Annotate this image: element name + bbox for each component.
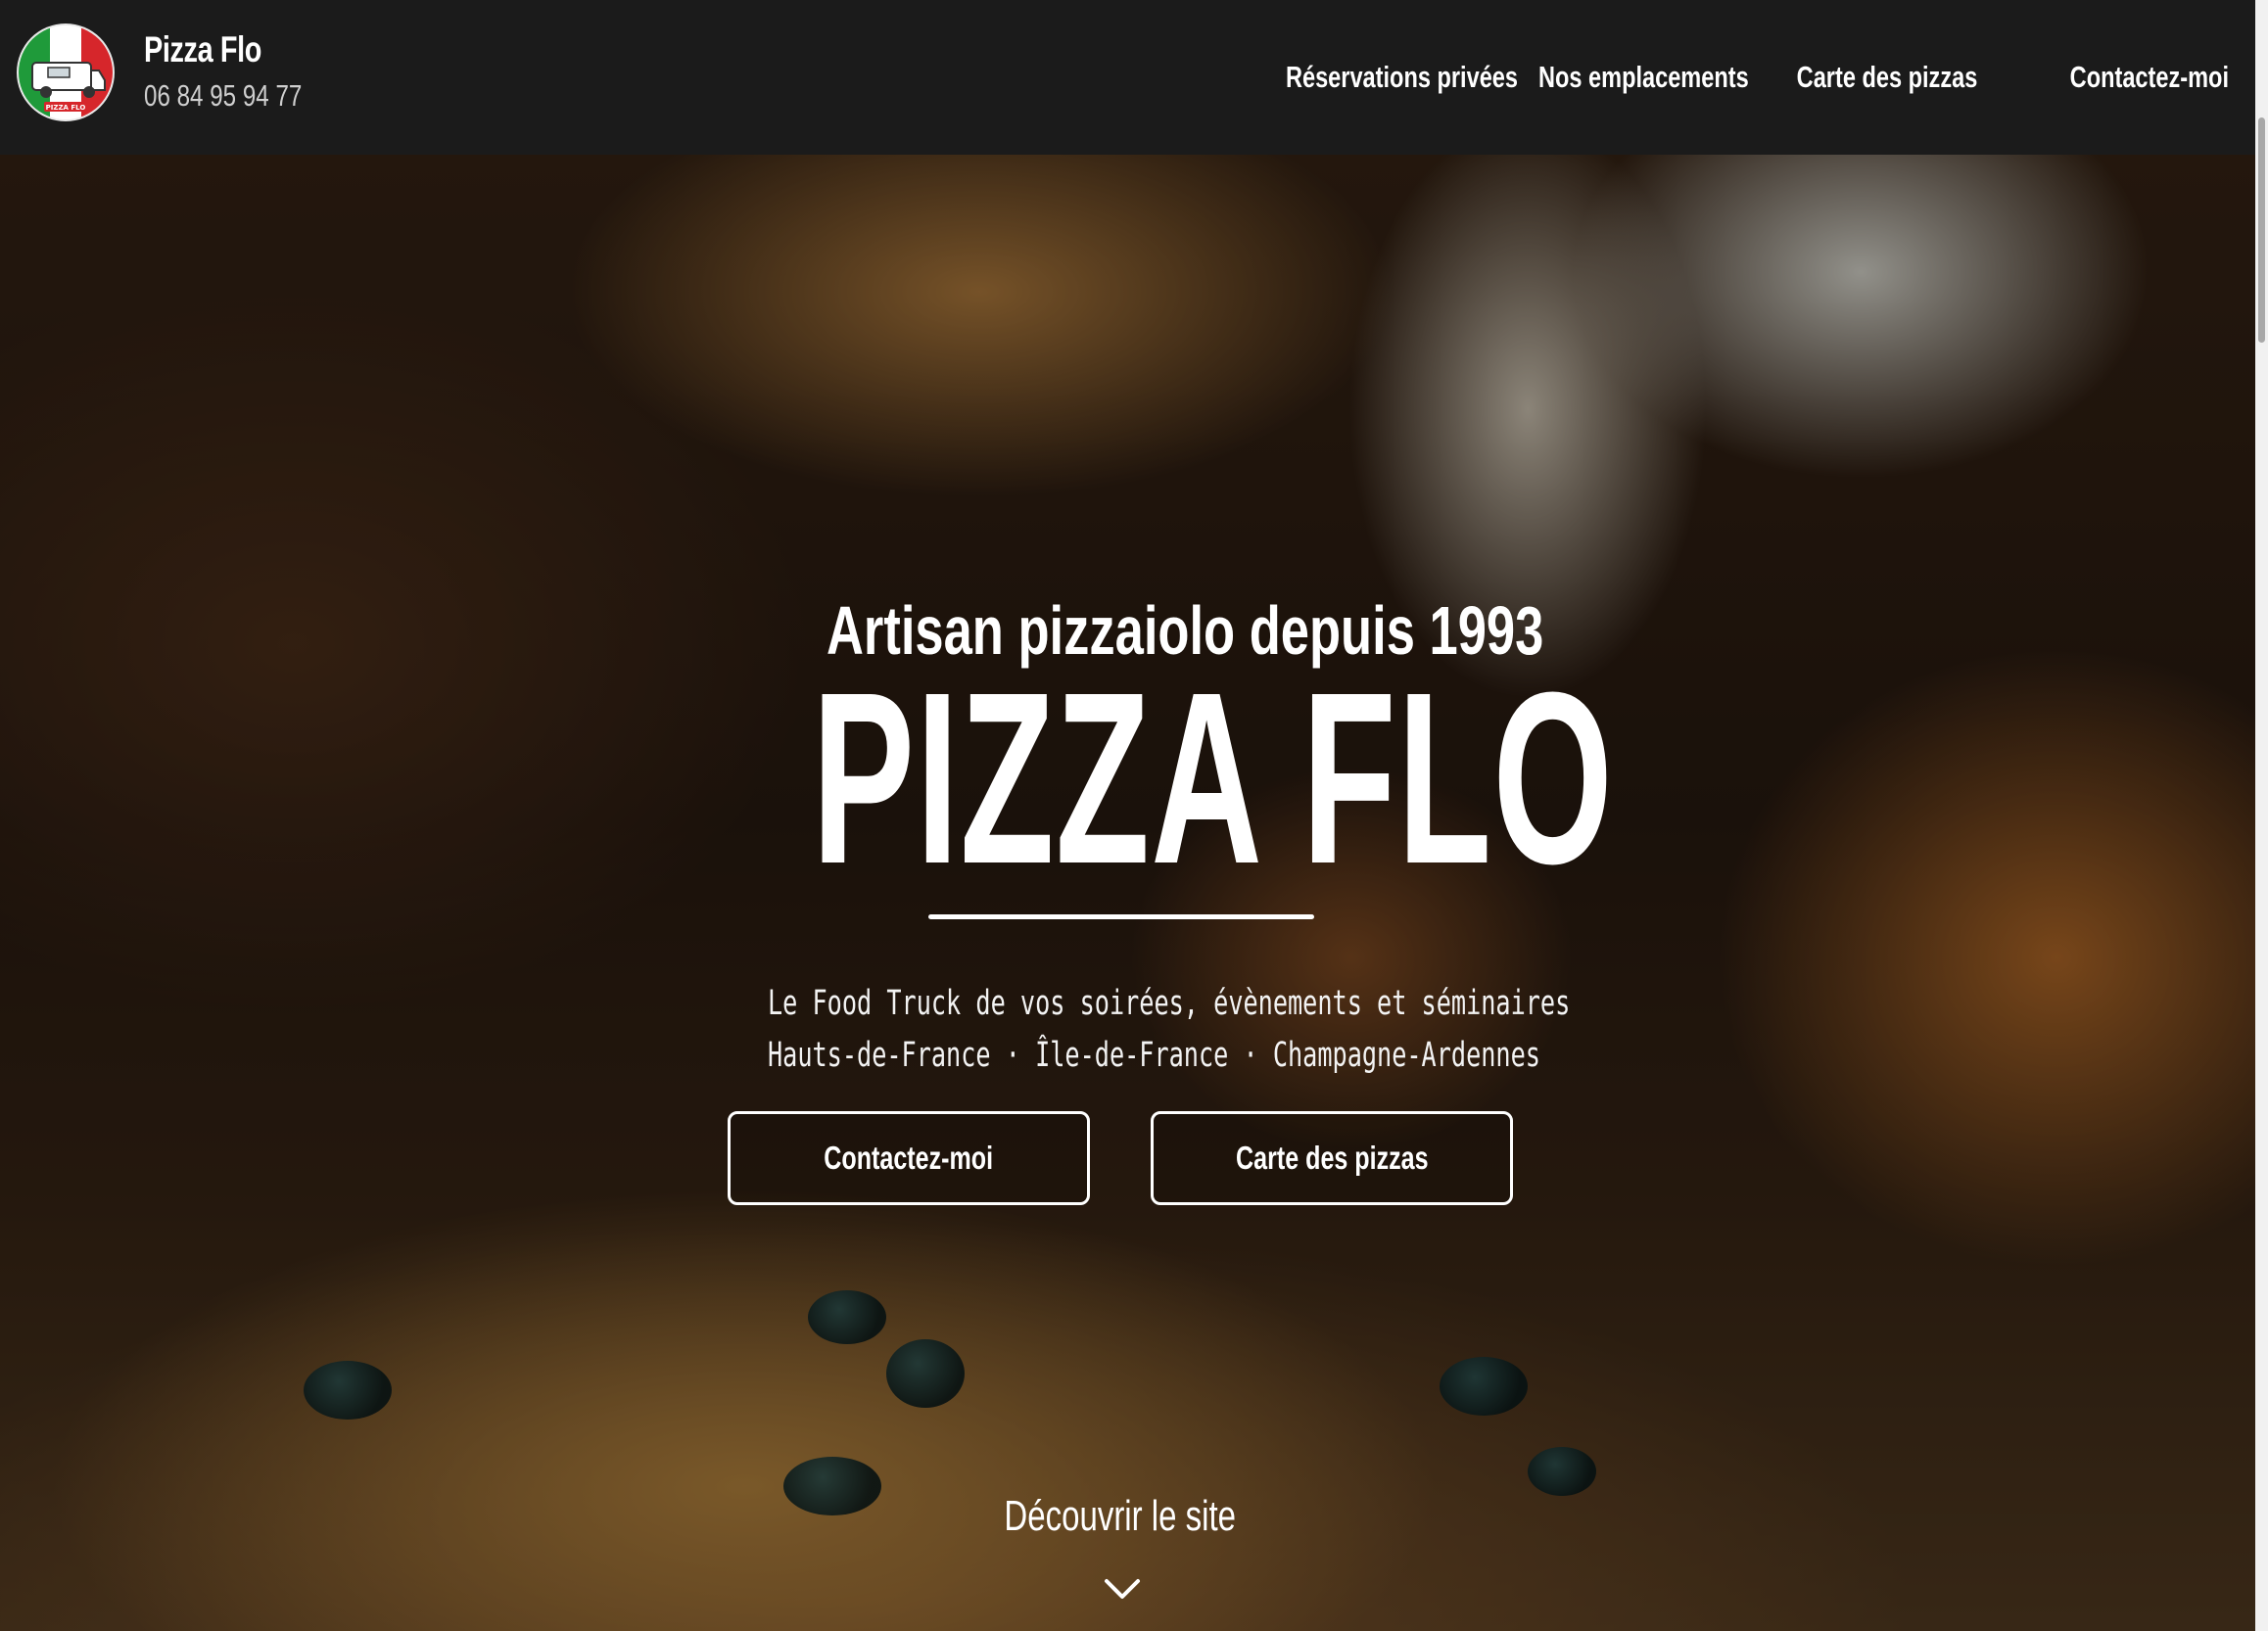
nav-nos-emplacements[interactable]: Nos emplacements [1538,60,1749,95]
phone-number[interactable]: 06 84 95 94 77 [144,78,302,114]
nav-reservations-privees[interactable]: Réservations privées [1286,60,1518,95]
discover-site-label: Découvrir le site [1004,1492,1237,1540]
site-header: PIZZA FLO Pizza Flo 06 84 95 94 77 Réser… [0,0,2255,155]
scrollbar-thumb[interactable] [2258,117,2265,343]
hero-title: PIZZA FLO [812,641,1615,914]
nav-contactez-moi[interactable]: Contactez-moi [2065,60,2229,95]
hero-subtitle-events: Le Food Truck de vos soirées, évènements… [768,984,1571,1023]
pizza-menu-button[interactable]: Carte des pizzas [1151,1111,1513,1205]
nav-carte-des-pizzas[interactable]: Carte des pizzas [1791,60,1983,95]
title-divider [928,914,1314,919]
chevron-down-icon[interactable] [1103,1576,1142,1602]
pizza-menu-button-label: Carte des pizzas [1235,1140,1429,1176]
brand-name[interactable]: Pizza Flo [144,29,261,70]
discover-site-link[interactable]: Découvrir le site [924,1492,1316,1541]
contact-button[interactable]: Contactez-moi [728,1111,1090,1205]
logo-caption: PIZZA FLO [46,104,86,112]
logo[interactable]: PIZZA FLO [19,25,113,119]
main-nav: Réservations privées Nos emplacements Ca… [1255,0,2229,155]
hero-subtitle-regions: Hauts-de-France · Île-de-France · Champa… [768,1036,1540,1075]
page-scrollbar[interactable] [2255,0,2268,1631]
hero-content: Artisan pizzaiolo depuis 1993 PIZZA FLO … [0,0,2255,1631]
contact-button-label: Contactez-moi [824,1140,994,1176]
food-truck-logo-icon: PIZZA FLO [19,25,113,119]
